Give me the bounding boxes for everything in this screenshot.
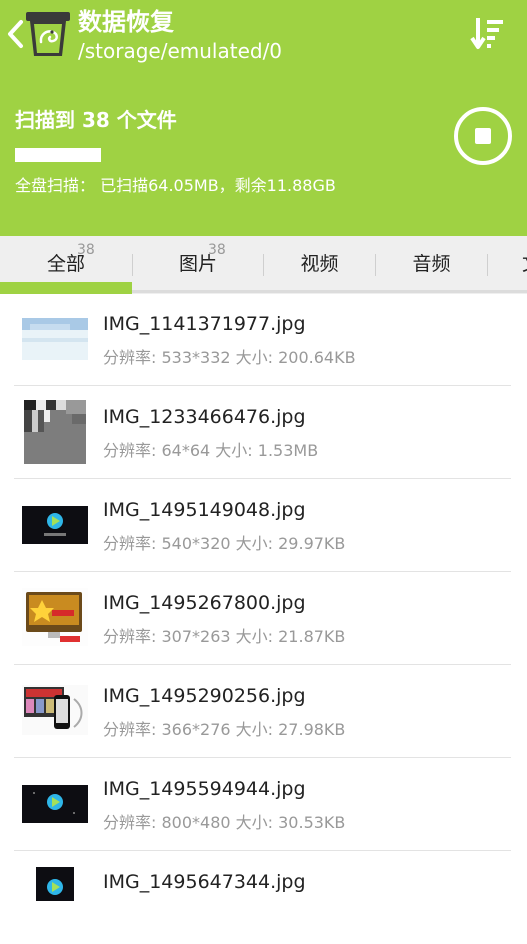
sort-icon[interactable] [470,14,506,52]
storage-path: /storage/emulated/0 [78,39,283,63]
page-title: 数据恢复 [78,8,174,36]
list-item[interactable]: IMG_1141371977.jpg 分辨率: 533*332 大小: 200.… [0,293,527,386]
list-item[interactable]: IMG_1495647344.jpg [0,851,527,944]
file-thumbnail [36,867,74,901]
tab-video[interactable]: 视频 [264,236,375,292]
recycle-bin-chameleon-icon [26,12,70,56]
file-thumbnail [22,506,88,544]
file-name: IMG_1495267800.jpg [103,592,306,614]
file-details: 分辨率: 307*263 大小: 21.87KB [103,627,346,646]
file-thumbnail [22,588,88,646]
file-name: IMG_1495149048.jpg [103,499,306,521]
file-details: 分辨率: 64*64 大小: 1.53MB [103,441,319,460]
tab-label: 视频 [300,253,339,275]
tab-label: 全部 [46,253,85,275]
file-thumbnail [22,685,88,735]
tab-audio[interactable]: 音频 [376,236,487,292]
scan-result-title: 扫描到 38 个文件 [15,108,177,132]
scan-status-text: 全盘扫描： 已扫描64.05MB，剩余11.88GB [15,176,336,195]
tab-label: 文 [522,252,527,276]
file-details: 分辨率: 533*332 大小: 200.64KB [103,348,356,367]
header-bar: 数据恢复 /storage/emulated/0 扫描到 38 个文件 全盘扫描… [0,0,527,236]
stop-circle-icon[interactable] [453,106,513,166]
list-item[interactable]: IMG_1495149048.jpg 分辨率: 540*320 大小: 29.9… [0,479,527,572]
tab-count-badge: 38 [208,242,226,258]
file-name: IMG_1495290256.jpg [103,685,306,707]
file-details: 分辨率: 800*480 大小: 30.53KB [103,813,346,832]
tab-images[interactable]: 图片 38 [133,236,263,292]
chevron-left-icon[interactable] [4,16,26,52]
file-thumbnail [22,318,88,360]
file-details: 分辨率: 540*320 大小: 29.97KB [103,534,346,553]
file-name: IMG_1233466476.jpg [103,406,306,428]
list-item[interactable]: IMG_1495594944.jpg 分辨率: 800*480 大小: 30.5… [0,758,527,851]
file-thumbnail [22,785,88,823]
tab-label: 图片 [178,253,217,275]
tab-documents[interactable]: 文 [488,236,527,292]
file-details: 分辨率: 366*276 大小: 27.98KB [103,720,346,739]
file-thumbnail [24,400,86,464]
list-item[interactable]: IMG_1495267800.jpg 分辨率: 307*263 大小: 21.8… [0,572,527,665]
scan-progress-bar [15,148,101,162]
file-name: IMG_1141371977.jpg [103,313,306,335]
list-item[interactable]: IMG_1495290256.jpg 分辨率: 366*276 大小: 27.9… [0,665,527,758]
file-name: IMG_1495594944.jpg [103,778,306,800]
file-name: IMG_1495647344.jpg [103,871,306,893]
tab-label: 音频 [412,253,451,275]
tab-count-badge: 38 [77,242,95,258]
list-item[interactable]: IMG_1233466476.jpg 分辨率: 64*64 大小: 1.53MB [0,386,527,479]
